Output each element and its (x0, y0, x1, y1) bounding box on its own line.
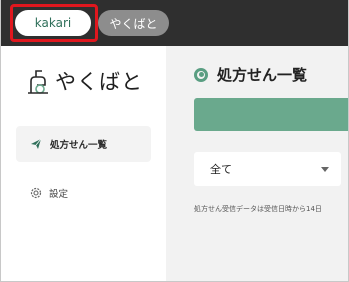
filter-select-value: 全て (210, 163, 232, 176)
sidebar-item-prescription-list[interactable]: 処方せん一覧 (16, 126, 151, 162)
highlight-box (10, 4, 98, 42)
sidebar-item-settings[interactable]: 設定 (29, 186, 68, 200)
app-window: kakari やくばと やくばと 処方せん一覧 設定 処方せん一覧 全て 処方せ… (0, 0, 349, 282)
sidebar-item-label: 処方せん一覧 (50, 140, 108, 151)
page-header: 処方せん一覧 (194, 64, 307, 85)
radio-dot-icon (194, 67, 208, 82)
top-tab-bar: kakari やくばと (1, 0, 348, 46)
retention-note: 処方せん受信データは受信日時から14日 (194, 205, 322, 213)
chevron-down-icon (321, 166, 329, 172)
action-banner[interactable] (194, 98, 348, 131)
paper-plane-icon (31, 138, 42, 149)
logo-text: やくばと (55, 70, 143, 94)
page-title: 処方せん一覧 (217, 66, 308, 84)
sidebar: やくばと 処方せん一覧 設定 (1, 46, 166, 281)
logo: やくばと (27, 66, 143, 96)
gear-icon (30, 187, 42, 199)
filter-select[interactable]: 全て (194, 152, 341, 186)
tab-yakubato[interactable]: やくばと (98, 10, 169, 36)
sidebar-item-label: 設定 (49, 189, 69, 200)
logo-icon (28, 70, 48, 94)
tab-yakubato-label: やくばと (109, 16, 158, 31)
main-content: 処方せん一覧 全て 処方せん受信データは受信日時から14日 (166, 46, 348, 281)
